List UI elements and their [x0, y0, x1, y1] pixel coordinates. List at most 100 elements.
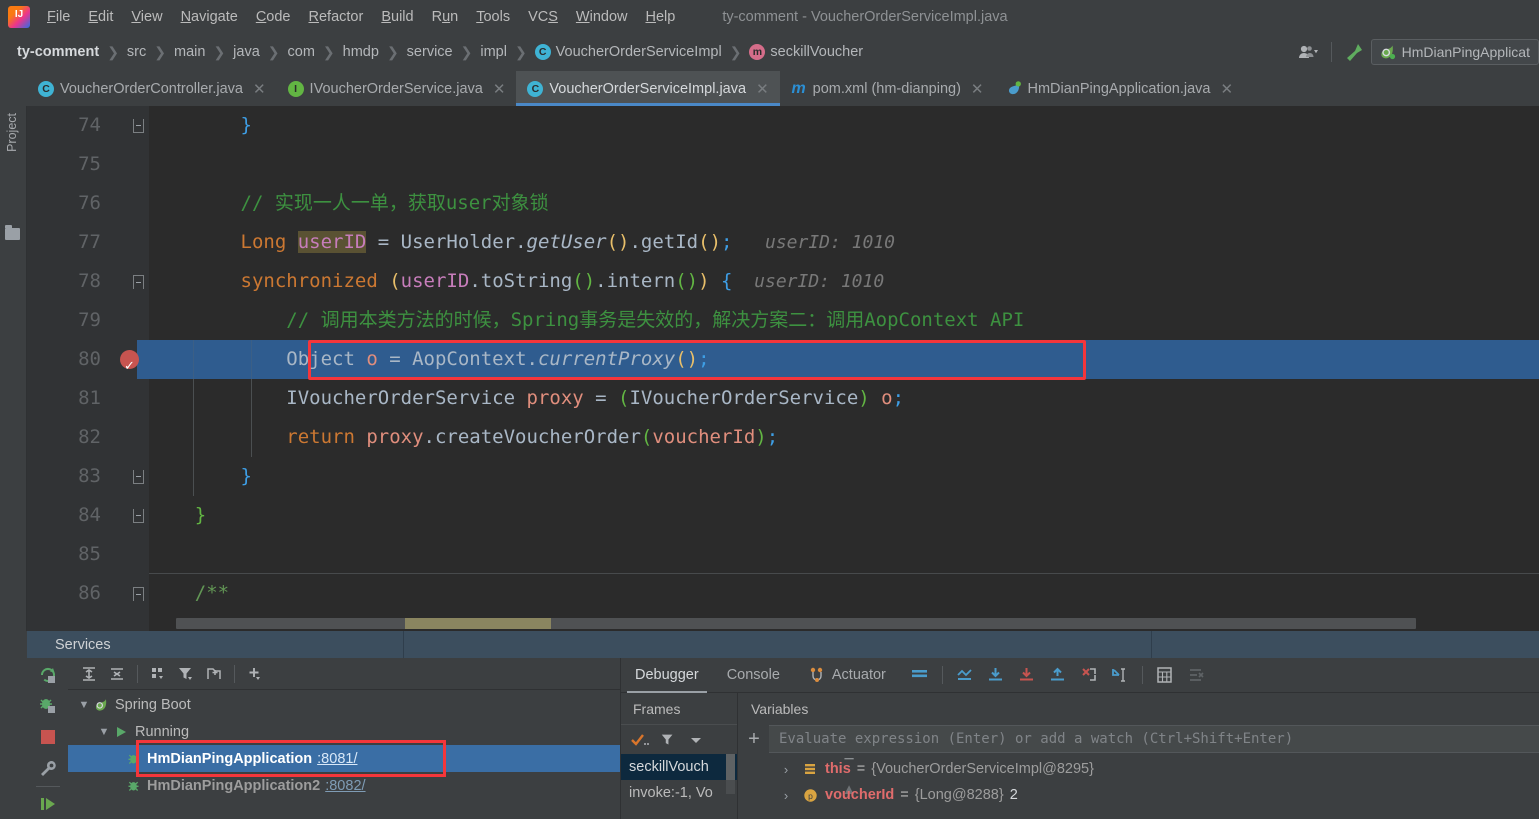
code-editor[interactable]: 74 } 75 76 // 实现一人一单，获取user对象锁 [27, 106, 1539, 631]
close-icon[interactable]: ✕ [971, 80, 984, 98]
evaluate-expression-icon[interactable] [1151, 662, 1179, 688]
variable-row-this[interactable]: › this = {VoucherOrderServiceImpl@8295} [739, 756, 1539, 782]
chevron-down-icon[interactable]: ▼ [76, 699, 92, 711]
add-tab-icon[interactable] [201, 661, 227, 687]
breadcrumb-item-class[interactable]: C VoucherOrderServiceImpl [532, 42, 725, 62]
fold-marker[interactable] [131, 496, 145, 535]
service-port-link[interactable]: :8081/ [317, 751, 357, 767]
tree-item-running[interactable]: ▼ Running [68, 718, 620, 745]
menu-run[interactable]: Run [423, 6, 468, 28]
breadcrumb-separator: ❯ [461, 44, 473, 61]
add-watch-button[interactable]: + [739, 728, 769, 751]
stop-button[interactable] [35, 724, 61, 750]
editor-tab-pom-xml[interactable]: m pom.xml (hm-dianping) ✕ [780, 71, 995, 106]
close-icon[interactable]: ✕ [1220, 80, 1233, 98]
menu-file[interactable]: File [38, 6, 79, 28]
run-to-cursor-icon[interactable] [1106, 662, 1134, 688]
show-execution-point-icon[interactable] [951, 662, 979, 688]
filter-icon[interactable] [173, 661, 199, 687]
menu-help[interactable]: Help [636, 6, 684, 28]
menu-navigate[interactable]: Navigate [172, 6, 247, 28]
menu-vcs[interactable]: VCS [519, 6, 567, 28]
rerun-button[interactable] [35, 662, 61, 688]
settings-wrench-icon[interactable] [35, 756, 61, 782]
menu-build[interactable]: Build [372, 6, 422, 28]
force-step-into-icon[interactable] [1075, 662, 1103, 688]
breadcrumb-item-impl[interactable]: impl [477, 42, 510, 62]
chevron-right-icon[interactable]: › [777, 788, 795, 803]
fold-marker[interactable] [131, 574, 145, 613]
toolbar-divider [234, 665, 235, 683]
breadcrumb-item-method[interactable]: m seckillVoucher [746, 42, 866, 62]
breadcrumb-separator: ❯ [730, 44, 742, 61]
rerun-debug-button[interactable] [35, 692, 61, 718]
fold-marker[interactable] [131, 262, 145, 301]
thread-selector-icon[interactable] [627, 727, 653, 753]
step-out-icon[interactable] [1044, 662, 1072, 688]
breadcrumb-item-com[interactable]: com [285, 42, 318, 62]
fold-marker[interactable] [131, 106, 145, 145]
breadcrumb-item-hmdp[interactable]: hmdp [340, 42, 382, 62]
tree-item-hmdianpingapplication2[interactable]: HmDianPingApplication2 :8082/ [68, 772, 620, 799]
run-configuration-selector[interactable]: HmDianPingApplicat [1371, 39, 1539, 65]
editor-tab-voucherorderserviceimpl[interactable]: C VoucherOrderServiceImpl.java ✕ [516, 71, 779, 106]
editor-code-area[interactable]: 74 } 75 76 // 实现一人一单，获取user对象锁 [27, 106, 1539, 611]
code-text: return proxy.createVoucherOrder(voucherI… [149, 418, 778, 457]
expand-all-icon[interactable] [76, 661, 102, 687]
frame-list-item[interactable]: invoke:-1, Vo [621, 780, 737, 806]
editor-tab-voucherordercontroller[interactable]: C VoucherOrderController.java ✕ [27, 71, 277, 106]
resume-program-button[interactable] [35, 791, 61, 817]
folder-icon[interactable] [5, 228, 20, 240]
mute-breakpoints-icon[interactable] [1182, 662, 1210, 688]
debug-bug-icon [124, 778, 142, 793]
layout-settings-icon[interactable] [906, 662, 934, 688]
add-service-button[interactable] [242, 661, 268, 687]
step-over-icon[interactable] [982, 662, 1010, 688]
menu-view[interactable]: View [122, 6, 171, 28]
menu-tools[interactable]: Tools [467, 6, 519, 28]
chevron-down-icon[interactable]: ▼ [96, 726, 112, 738]
tab-debugger[interactable]: Debugger [621, 658, 713, 693]
tab-label: IVoucherOrderService.java [310, 81, 483, 97]
tree-item-hmdianpingapplication[interactable]: HmDianPingApplication :8081/ [68, 745, 620, 772]
services-tree[interactable]: ▼ Spring Boot ▼ Running [68, 691, 620, 819]
menu-refactor[interactable]: Refactor [300, 6, 373, 28]
frames-scrollbar-track[interactable] [726, 780, 735, 794]
editor-tab-ivoucherorderservice[interactable]: I IVoucherOrderService.java ✕ [277, 71, 517, 106]
close-icon[interactable]: ✕ [253, 80, 266, 98]
tree-item-spring-boot[interactable]: ▼ Spring Boot [68, 691, 620, 718]
tab-console[interactable]: Console [713, 658, 794, 693]
breadcrumb-label: service [407, 44, 453, 60]
breadcrumb-item-java[interactable]: java [230, 42, 263, 62]
evaluate-expression-input[interactable]: Evaluate expression (Enter) or add a wat… [769, 725, 1539, 753]
editor-tab-hmdianpingapplication[interactable]: HmDianPingApplication.java ✕ [995, 71, 1245, 106]
close-icon[interactable]: ✕ [756, 80, 769, 98]
service-port-link[interactable]: :8082/ [325, 778, 365, 794]
build-hammer-icon[interactable] [1337, 38, 1371, 66]
breadcrumb-item-src[interactable]: src [124, 42, 149, 62]
group-by-icon[interactable] [145, 661, 171, 687]
tool-window-button-project[interactable]: Project [5, 113, 19, 152]
scrollbar-thumb[interactable] [176, 618, 1416, 629]
menu-code[interactable]: Code [247, 6, 300, 28]
collapse-all-icon[interactable] [104, 661, 130, 687]
frame-list-item[interactable]: seckillVouch [621, 754, 737, 780]
run-triangle-icon [112, 725, 130, 739]
tab-actuator[interactable]: Actuator [794, 658, 900, 693]
user-account-icon[interactable] [1292, 38, 1326, 66]
step-into-icon[interactable] [1013, 662, 1041, 688]
tab-services[interactable]: Services [27, 631, 404, 658]
close-icon[interactable]: ✕ [493, 80, 506, 98]
frames-dropdown-icon[interactable] [683, 727, 709, 753]
editor-horizontal-scrollbar[interactable] [149, 618, 1539, 631]
menu-window[interactable]: Window [567, 6, 637, 28]
breadcrumb-item-ty-comment[interactable]: ty-comment [14, 42, 102, 62]
frames-filter-icon[interactable] [655, 727, 681, 753]
breadcrumb-item-service[interactable]: service [404, 42, 456, 62]
breadcrumb-item-main[interactable]: main [171, 42, 208, 62]
chevron-right-icon[interactable]: › [777, 762, 795, 777]
menu-edit[interactable]: Edit [79, 6, 122, 28]
frames-scrollbar-thumb[interactable] [726, 754, 735, 780]
variable-row-voucherid[interactable]: › p voucherId = {Long@8288} 2 [739, 782, 1539, 808]
code-text: Long userID = UserHolder.getUser().getId… [149, 223, 895, 262]
